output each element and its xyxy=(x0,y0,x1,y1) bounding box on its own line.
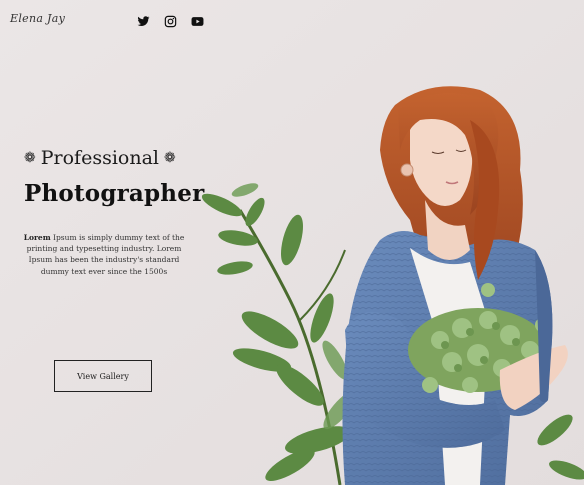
brand-logo[interactable]: Elena Jay xyxy=(10,12,65,25)
hero-title: Photographer xyxy=(24,180,205,207)
twitter-icon[interactable] xyxy=(137,15,150,28)
hero-page: Elena Jay ❁ Professional ❁ Photographer … xyxy=(0,0,584,485)
social-links xyxy=(137,15,204,28)
flower-ornament-icon: ❁ xyxy=(24,150,36,166)
hero-subtitle: ❁ Professional ❁ xyxy=(24,147,176,169)
hero-description: Lorem Ipsum is simply dummy text of the … xyxy=(23,232,185,277)
view-gallery-button[interactable]: View Gallery xyxy=(54,360,152,392)
hero-subtitle-text: Professional xyxy=(40,147,159,169)
description-lead: Lorem xyxy=(23,233,51,242)
instagram-icon[interactable] xyxy=(164,15,177,28)
youtube-icon[interactable] xyxy=(191,15,204,28)
description-text: Ipsum is simply dummy text of the printi… xyxy=(26,233,185,276)
flower-ornament-icon: ❁ xyxy=(163,150,176,166)
